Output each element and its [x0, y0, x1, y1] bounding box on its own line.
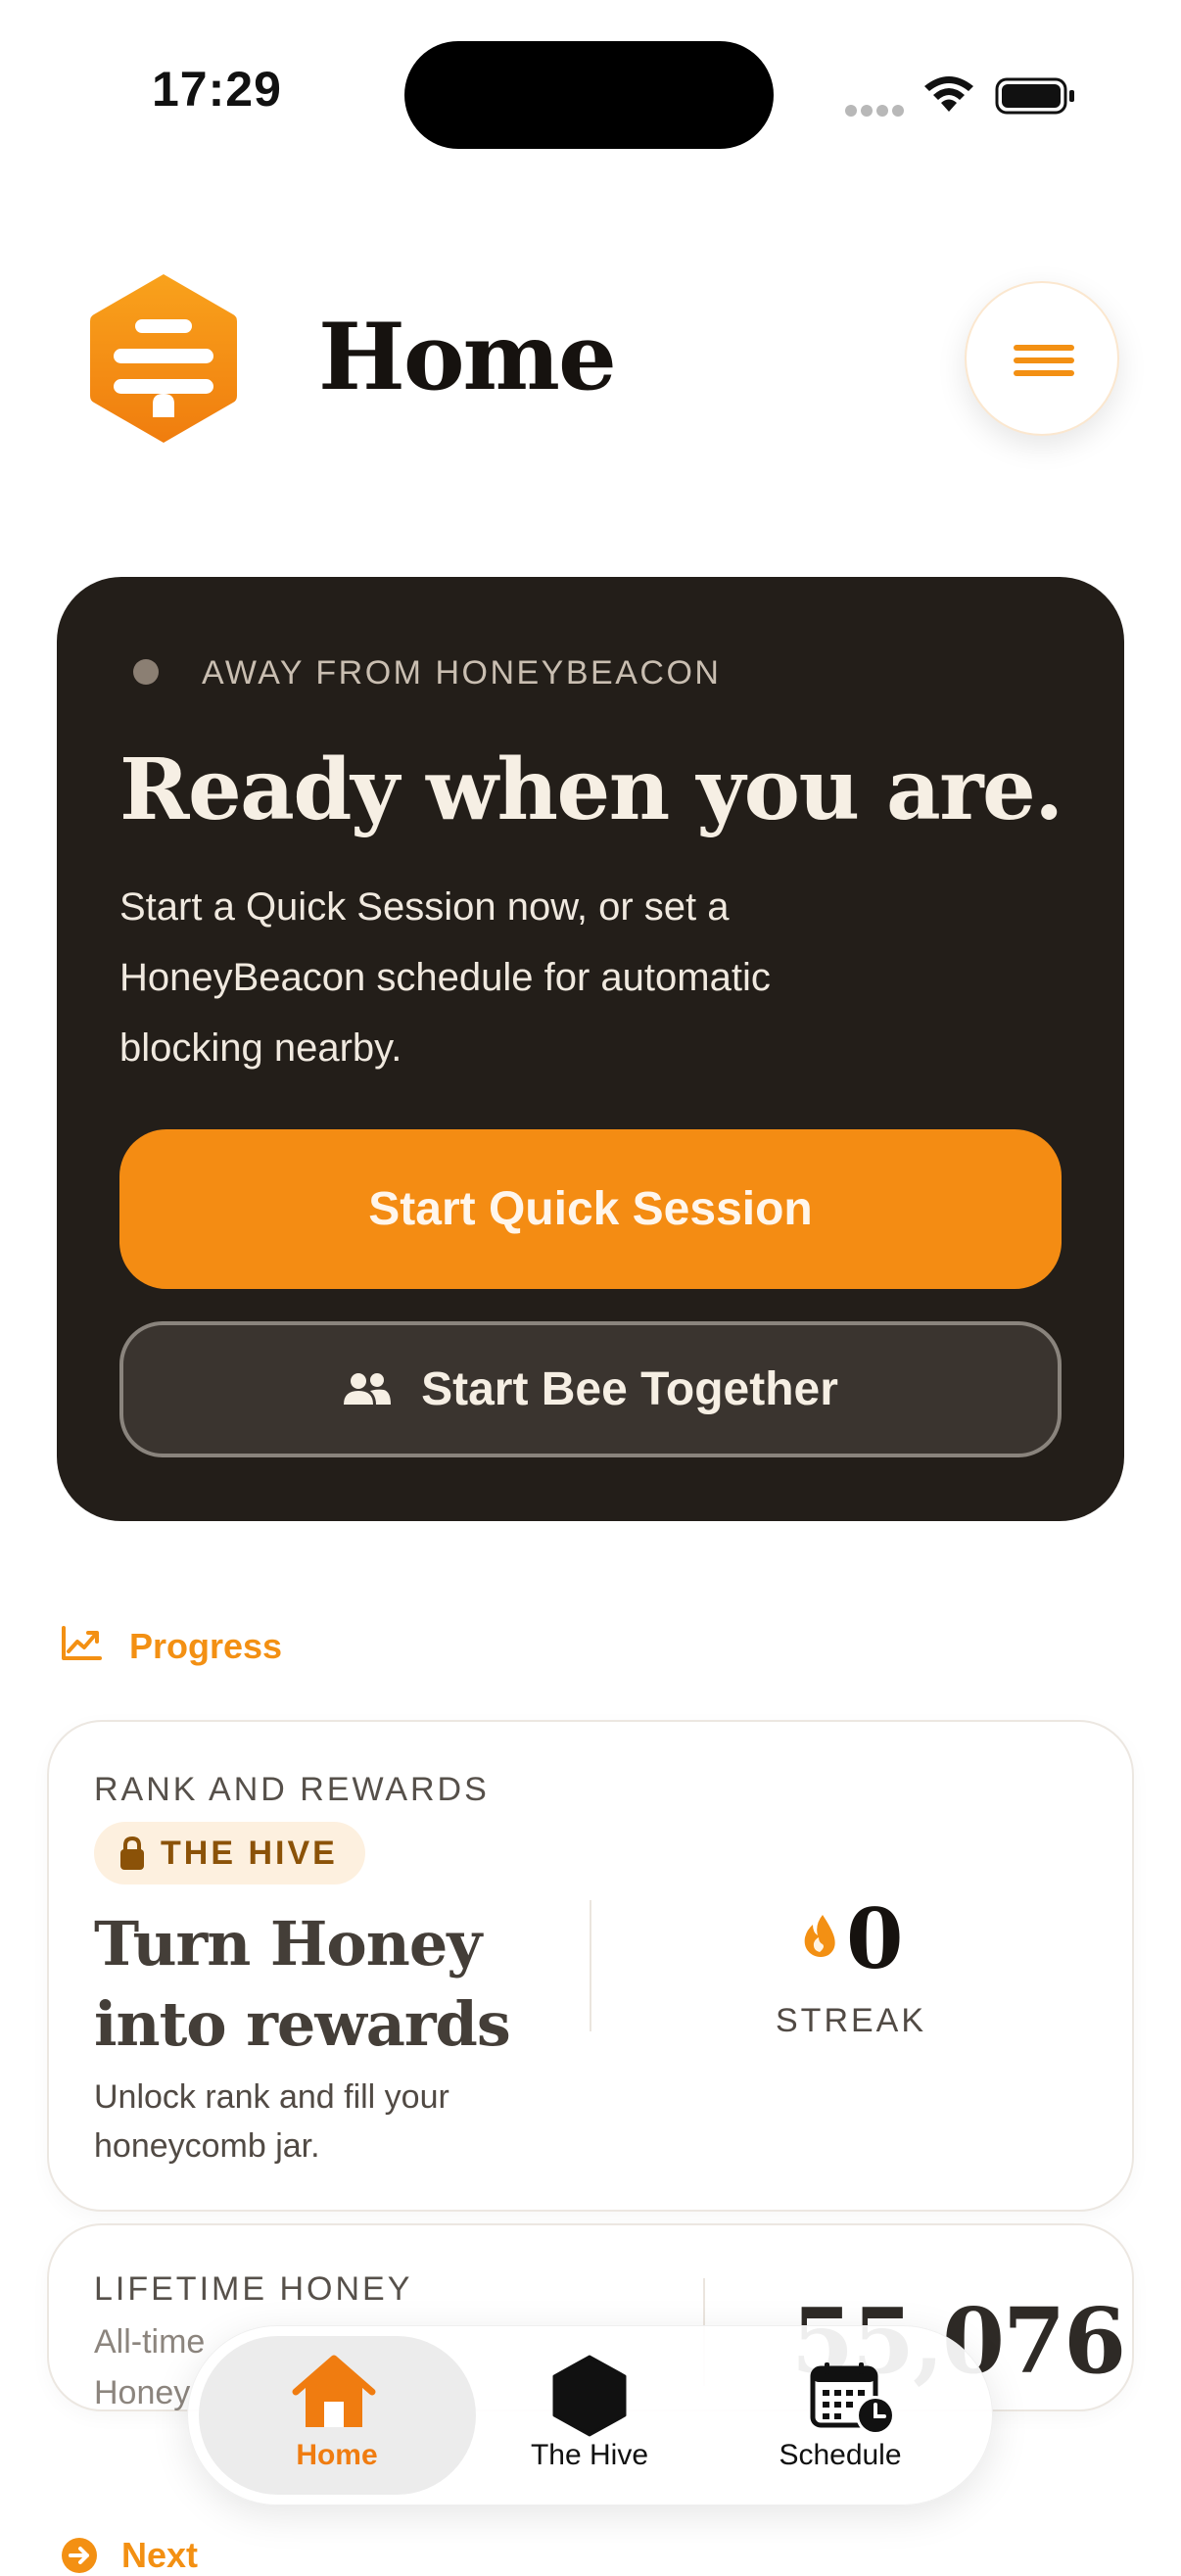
hero-title: Ready when you are. [119, 740, 1063, 839]
start-bee-together-label: Start Bee Together [421, 1363, 838, 1415]
rank-card-description: Unlock rank and fill your honeycomb jar. [94, 2078, 449, 2165]
flame-icon [804, 1915, 835, 1957]
trend-chart-icon [62, 1626, 102, 1660]
lifetime-honey-label: LIFETIME HONEY [94, 2270, 413, 2308]
people-icon [344, 1372, 392, 1405]
rank-card-divider [590, 1900, 591, 2031]
wifi-icon [924, 76, 973, 112]
hero-body: Start a Quick Session now, or set a Hone… [119, 885, 771, 1070]
status-time: 17:29 [152, 62, 282, 117]
arrow-circle-icon [62, 2538, 97, 2573]
tab-the-hive-label[interactable]: The Hive [492, 2439, 687, 2472]
start-bee-together-button[interactable]: Start Bee Together [119, 1321, 1062, 1457]
hamburger-menu-icon [1014, 345, 1074, 351]
house-icon [292, 2355, 376, 2427]
hexagon-icon[interactable] [550, 2355, 629, 2437]
hero-status-text: AWAY FROM HONEYBEACON [202, 654, 722, 692]
tab-schedule-label[interactable]: Schedule [742, 2439, 938, 2472]
the-hive-badge: THE HIVE [94, 1822, 365, 1884]
rank-card-title: Turn Honey into rewards [94, 1908, 511, 2060]
tab-home-label[interactable]: Home [239, 2439, 435, 2472]
lifetime-desc-line2: Honey [94, 2374, 191, 2411]
streak-value: 0 [846, 1890, 904, 1987]
page-title: Home [318, 304, 617, 411]
status-dot [133, 659, 159, 685]
progress-section-label: Progress [129, 1626, 283, 1666]
lock-icon [120, 1836, 144, 1870]
lifetime-desc-line1: All-time [94, 2323, 206, 2361]
start-quick-session-button[interactable]: Start Quick Session [119, 1129, 1062, 1289]
cellular-dots-icon [845, 104, 908, 121]
beehive-logo-icon [90, 274, 237, 443]
start-quick-session-label: Start Quick Session [368, 1183, 813, 1235]
streak-label: STREAK [776, 2002, 927, 2039]
dynamic-island [404, 41, 774, 149]
next-section-label: Next [121, 2535, 199, 2575]
menu-button[interactable] [965, 281, 1119, 436]
rank-card-label: RANK AND REWARDS [94, 1771, 490, 1808]
the-hive-badge-text: THE HIVE [161, 1834, 338, 1872]
calendar-clock-icon[interactable] [809, 2361, 897, 2437]
battery-icon [995, 77, 1074, 115]
